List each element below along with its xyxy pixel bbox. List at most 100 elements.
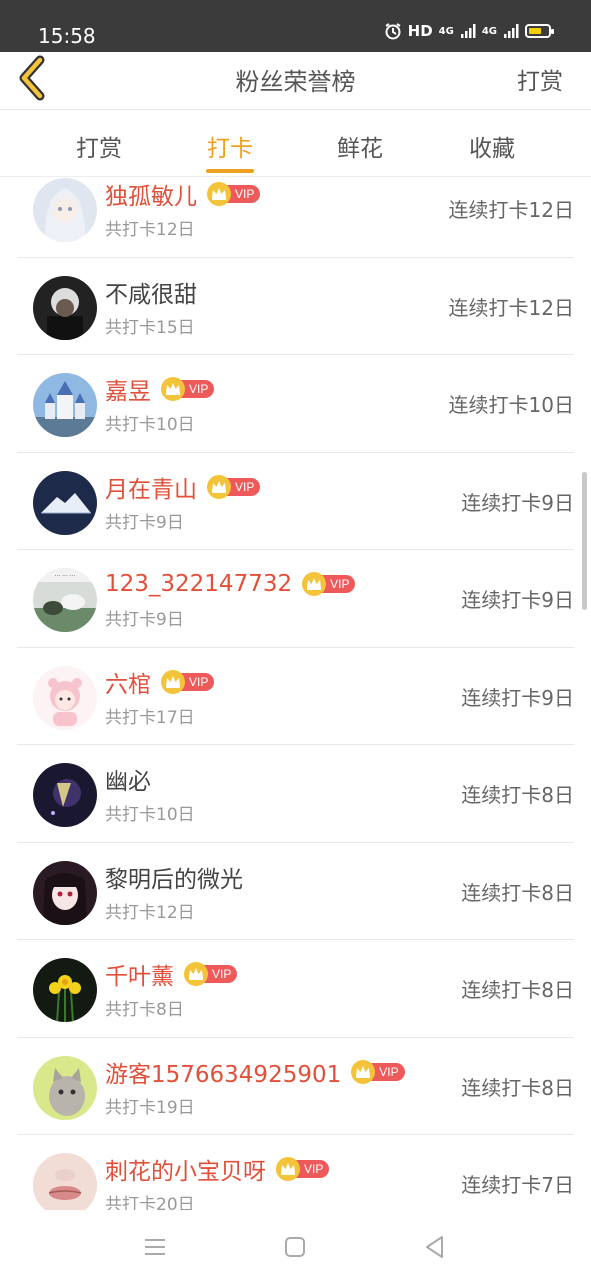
total-checkins: 共打卡20日: [105, 1195, 195, 1210]
crown-badge: [207, 182, 231, 206]
menu-icon[interactable]: [140, 1232, 170, 1262]
user-name[interactable]: 幽必: [105, 762, 151, 796]
vip-badge: VIP: [161, 377, 215, 401]
tab-favorites[interactable]: 收藏: [447, 129, 537, 163]
name-line: 刺花的小宝贝呀 VIP: [105, 1152, 330, 1186]
page-title: 粉丝荣誉榜: [235, 68, 356, 96]
tip-button[interactable]: 打赏: [517, 62, 563, 96]
name-line: 游客1576634925901 VIP: [105, 1056, 405, 1088]
list-item[interactable]: 游客1576634925901 VIP 共打卡19日 连续打卡8日: [17, 1038, 574, 1135]
name-line: 嘉昱 VIP: [105, 372, 215, 406]
name-line: 千叶薰 VIP: [105, 957, 238, 991]
alarm-icon: [385, 23, 401, 40]
avatar[interactable]: [33, 470, 97, 535]
list-item[interactable]: 不咸很甜 共打卡15日 连续打卡12日: [17, 258, 574, 355]
crown-icon: [189, 968, 203, 980]
tab-checkin[interactable]: 打卡: [185, 129, 275, 163]
status-time: 15:58: [38, 24, 96, 48]
streak-days: 连续打卡9日: [461, 685, 574, 710]
total-checkins: 共打卡10日: [105, 415, 195, 435]
status-icons: HD 4G 4G: [384, 22, 554, 40]
list-item[interactable]: 黎明后的微光共打卡12日 连续打卡8日: [17, 843, 574, 940]
crown-badge: [351, 1059, 376, 1084]
streak-days: 连续打卡9日: [461, 588, 574, 612]
list-item[interactable]: 幽必 共打卡10日 连续打卡8日: [17, 745, 574, 843]
streak-days: 连续打卡7日: [461, 1173, 574, 1197]
crown-icon: [356, 1065, 371, 1078]
user-name[interactable]: 月在青山: [105, 470, 197, 504]
name-line: 幽必: [105, 763, 151, 795]
vip-badge: VIP: [276, 1157, 330, 1181]
total-checkins: 共打卡10日: [105, 805, 195, 825]
vip-badge: VIP: [161, 669, 215, 694]
streak-days: 连续打卡8日: [461, 880, 574, 905]
crown-badge: [276, 1157, 300, 1181]
list-item[interactable]: ··· ··· ··· 123_322147732 VIP 共打卡9日 连续打卡9日: [17, 550, 574, 648]
home-icon[interactable]: [280, 1232, 310, 1262]
avatar[interactable]: [33, 275, 97, 340]
tab-flowers[interactable]: 鲜花: [315, 129, 405, 163]
vip-badge: VIP: [207, 182, 261, 206]
svg-text:··· ··· ···: ··· ··· ···: [55, 573, 76, 580]
user-name[interactable]: 六棺: [105, 665, 151, 699]
back-icon[interactable]: [420, 1232, 450, 1262]
list-item[interactable]: 千叶薰 VIP 共打卡8日 连续打卡8日: [17, 940, 574, 1038]
avatar[interactable]: [33, 763, 97, 827]
user-name[interactable]: 千叶薰: [105, 957, 174, 991]
name-line: 不咸很甜: [105, 276, 197, 308]
hd-indicator: HD: [407, 22, 433, 40]
total-checkins: 共打卡9日: [105, 610, 184, 630]
name-line: 独孤敏儿 VIP: [105, 178, 261, 211]
avatar[interactable]: [33, 1055, 97, 1120]
streak-days: 连续打卡9日: [461, 490, 574, 515]
user-name[interactable]: 游客1576634925901: [105, 1055, 341, 1089]
crown-icon: [166, 383, 180, 395]
avatar[interactable]: [33, 1153, 97, 1210]
total-checkins: 共打卡19日: [105, 1097, 195, 1118]
vip-badge: VIP: [351, 1059, 405, 1084]
user-name[interactable]: 123_322147732: [105, 571, 292, 597]
status-bar: 15:58 HD 4G 4G: [0, 0, 591, 52]
user-name[interactable]: 不咸很甜: [105, 275, 197, 309]
list-item[interactable]: 月在青山 VIP 共打卡9日 连续打卡9日: [17, 453, 574, 550]
list-item[interactable]: 独孤敏儿 VIP 共打卡12日 连续打卡12日: [17, 178, 574, 258]
avatar[interactable]: [33, 958, 97, 1022]
list-item[interactable]: 刺花的小宝贝呀 VIP 共打卡20日 连续打卡7日: [17, 1135, 574, 1210]
crown-icon: [281, 1163, 295, 1175]
signal-icon: [460, 24, 476, 38]
streak-days: 连续打卡12日: [448, 198, 574, 222]
streak-days: 连续打卡10日: [448, 393, 574, 417]
tab-tip[interactable]: 打赏: [54, 129, 144, 163]
user-name[interactable]: 黎明后的微光: [105, 860, 243, 894]
crown-icon: [166, 675, 180, 688]
vip-badge: VIP: [184, 962, 238, 986]
user-name[interactable]: 独孤敏儿: [105, 178, 197, 211]
network-label: 4G: [481, 25, 497, 37]
signal-icon: [504, 24, 519, 38]
avatar[interactable]: [33, 373, 97, 437]
vip-badge: VIP: [302, 572, 356, 596]
user-name[interactable]: 嘉昱: [105, 372, 151, 406]
streak-days: 连续打卡8日: [461, 978, 574, 1002]
streak-days: 连续打卡8日: [461, 1075, 574, 1100]
crown-badge: [207, 474, 231, 499]
battery-icon: [525, 24, 554, 38]
streak-days: 连续打卡12日: [448, 295, 574, 320]
total-checkins: 共打卡12日: [105, 220, 195, 240]
avatar[interactable]: [33, 665, 97, 730]
list-item[interactable]: 嘉昱 VIP 共打卡10日 连续打卡10日: [17, 355, 574, 453]
name-line: 123_322147732 VIP: [105, 568, 356, 600]
crown-badge: [184, 962, 208, 986]
crown-badge: [161, 377, 185, 401]
scrollbar[interactable]: [582, 472, 587, 610]
total-checkins: 共打卡9日: [105, 512, 184, 533]
avatar[interactable]: [33, 860, 97, 925]
user-name[interactable]: 刺花的小宝贝呀: [105, 1152, 266, 1186]
avatar[interactable]: [33, 178, 97, 242]
name-line: 黎明后的微光: [105, 861, 243, 893]
avatar[interactable]: ··· ··· ···: [33, 568, 97, 632]
checkin-list[interactable]: 独孤敏儿 VIP 共打卡12日 连续打卡12日 不咸很甜 共打卡15日 连续打卡12日 嘉昱 V…: [0, 178, 591, 1210]
list-item[interactable]: 六棺 VIP 共打卡17日 连续打卡9日: [17, 648, 574, 745]
total-checkins: 共打卡12日: [105, 902, 195, 923]
vip-badge: VIP: [207, 474, 261, 499]
